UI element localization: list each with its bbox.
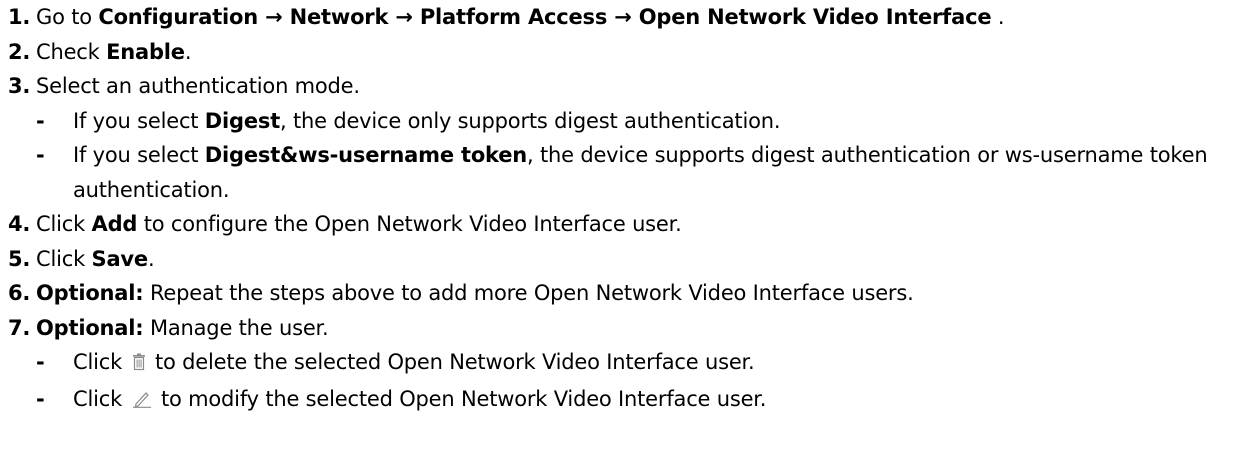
step-4: 4. Click Add to configure the Open Netwo… (8, 207, 1254, 242)
step-1: 1. Go to Configuration → Network → Platf… (8, 0, 1254, 35)
step-number: 2. (8, 39, 31, 64)
step-number: 6. (8, 281, 31, 305)
step-text: Check Enable. (36, 39, 192, 64)
bullet-dash: - (36, 386, 45, 411)
ui-term: Add (91, 212, 138, 236)
bullet-dash: - (36, 108, 45, 133)
step-number: 1. (8, 5, 31, 29)
step-number: 3. (8, 74, 31, 98)
step-text: Go to Configuration → Network → Platform… (36, 5, 1005, 29)
step-6: 6. Optional: Repeat the steps above to a… (8, 276, 1254, 311)
bullet-dash: - (36, 143, 45, 167)
substep: - Click to delete the selected Open Netw… (8, 345, 1254, 382)
substep: - If you select Digest&ws-username token… (8, 138, 1254, 207)
ui-term: Digest (204, 108, 281, 133)
menu-path: Configuration → Network → Platform Acces… (98, 5, 992, 29)
optional-label: Optional: (36, 315, 144, 340)
step-3: 3. Select an authentication mode. (8, 69, 1254, 104)
substep: - Click to modify the selected Open Netw… (8, 382, 1254, 419)
substep: - If you select Digest, the device only … (8, 104, 1254, 139)
step-7: 7. Optional: Manage the user. (8, 311, 1254, 346)
bullet-dash: - (36, 350, 45, 374)
step-number: 7. (8, 315, 31, 340)
procedure-steps: 1. Go to Configuration → Network → Platf… (0, 0, 1254, 418)
step-text: Optional: Repeat the steps above to add … (36, 281, 914, 305)
ui-term: Save (91, 246, 149, 271)
substep-text: Click to delete the selected Open Networ… (73, 345, 1243, 382)
step-text: Optional: Manage the user. (36, 315, 329, 340)
step-2: 2. Check Enable. (8, 35, 1254, 70)
ui-term: Digest&ws-username token (204, 143, 528, 167)
substep-text: If you select Digest&ws-username token, … (73, 143, 1208, 202)
optional-label: Optional: (36, 281, 144, 305)
step-number: 4. (8, 212, 31, 236)
ui-term: Enable (106, 39, 185, 64)
substep-text: If you select Digest, the device only su… (73, 108, 781, 133)
delete-icon (131, 347, 147, 382)
step-text: Click Add to configure the Open Network … (36, 212, 682, 236)
step-5: 5. Click Save. (8, 242, 1254, 277)
step-text: Click Save. (36, 246, 155, 271)
step-text: Select an authentication mode. (36, 74, 360, 98)
substep-text: Click to modify the selected Open Networ… (73, 382, 1243, 419)
step-number: 5. (8, 246, 31, 271)
edit-icon (131, 384, 153, 419)
